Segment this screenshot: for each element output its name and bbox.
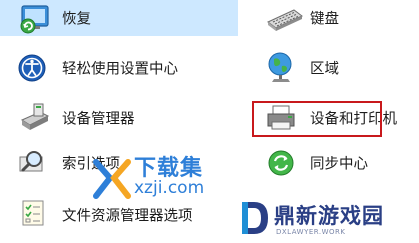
item-sync-center-label: 同步中心 bbox=[310, 156, 368, 173]
annotation-highlight-box bbox=[252, 101, 382, 137]
folder-options-icon bbox=[22, 200, 44, 226]
xzji-url: xzji.com bbox=[134, 178, 205, 198]
device-manager-icon bbox=[20, 103, 50, 130]
item-ease-of-access-label: 轻松使用设置中心 bbox=[62, 61, 178, 78]
dx-subtitle: DXLAWYER.WORK bbox=[276, 228, 346, 236]
item-region-label: 区域 bbox=[310, 61, 339, 78]
item-sync-center[interactable]: 同步中心 bbox=[264, 143, 414, 183]
item-recovery[interactable]: 恢复 bbox=[16, 0, 236, 38]
control-panel-items: 恢复 键盘 轻松使用设置中心 区域 设备管理器 设备和打印机 索引选项 同步中心… bbox=[0, 0, 419, 243]
sync-icon bbox=[268, 150, 294, 176]
item-recovery-label: 恢复 bbox=[62, 11, 91, 28]
watermark-xzji: 下载集 xzji.com bbox=[92, 150, 234, 206]
item-file-explorer-options-label: 文件资源管理器选项 bbox=[62, 208, 193, 225]
keyboard-icon bbox=[267, 9, 303, 31]
item-device-manager[interactable]: 设备管理器 bbox=[16, 98, 236, 138]
recovery-icon bbox=[20, 5, 49, 34]
indexing-icon bbox=[19, 151, 43, 172]
item-region[interactable]: 区域 bbox=[264, 48, 414, 88]
item-ease-of-access[interactable]: 轻松使用设置中心 bbox=[16, 48, 236, 88]
dx-title: 鼎新游戏园 bbox=[274, 204, 384, 228]
globe-icon bbox=[268, 52, 292, 82]
xzji-logo-icon bbox=[93, 159, 131, 199]
item-keyboard-label: 键盘 bbox=[310, 11, 339, 28]
dx-logo-icon bbox=[242, 202, 268, 234]
item-device-manager-label: 设备管理器 bbox=[62, 111, 135, 128]
item-keyboard[interactable]: 键盘 bbox=[264, 0, 414, 38]
ease-of-access-icon bbox=[18, 54, 46, 82]
watermark-dxlawyer: 鼎新游戏园 DXLAWYER.WORK bbox=[236, 196, 396, 241]
